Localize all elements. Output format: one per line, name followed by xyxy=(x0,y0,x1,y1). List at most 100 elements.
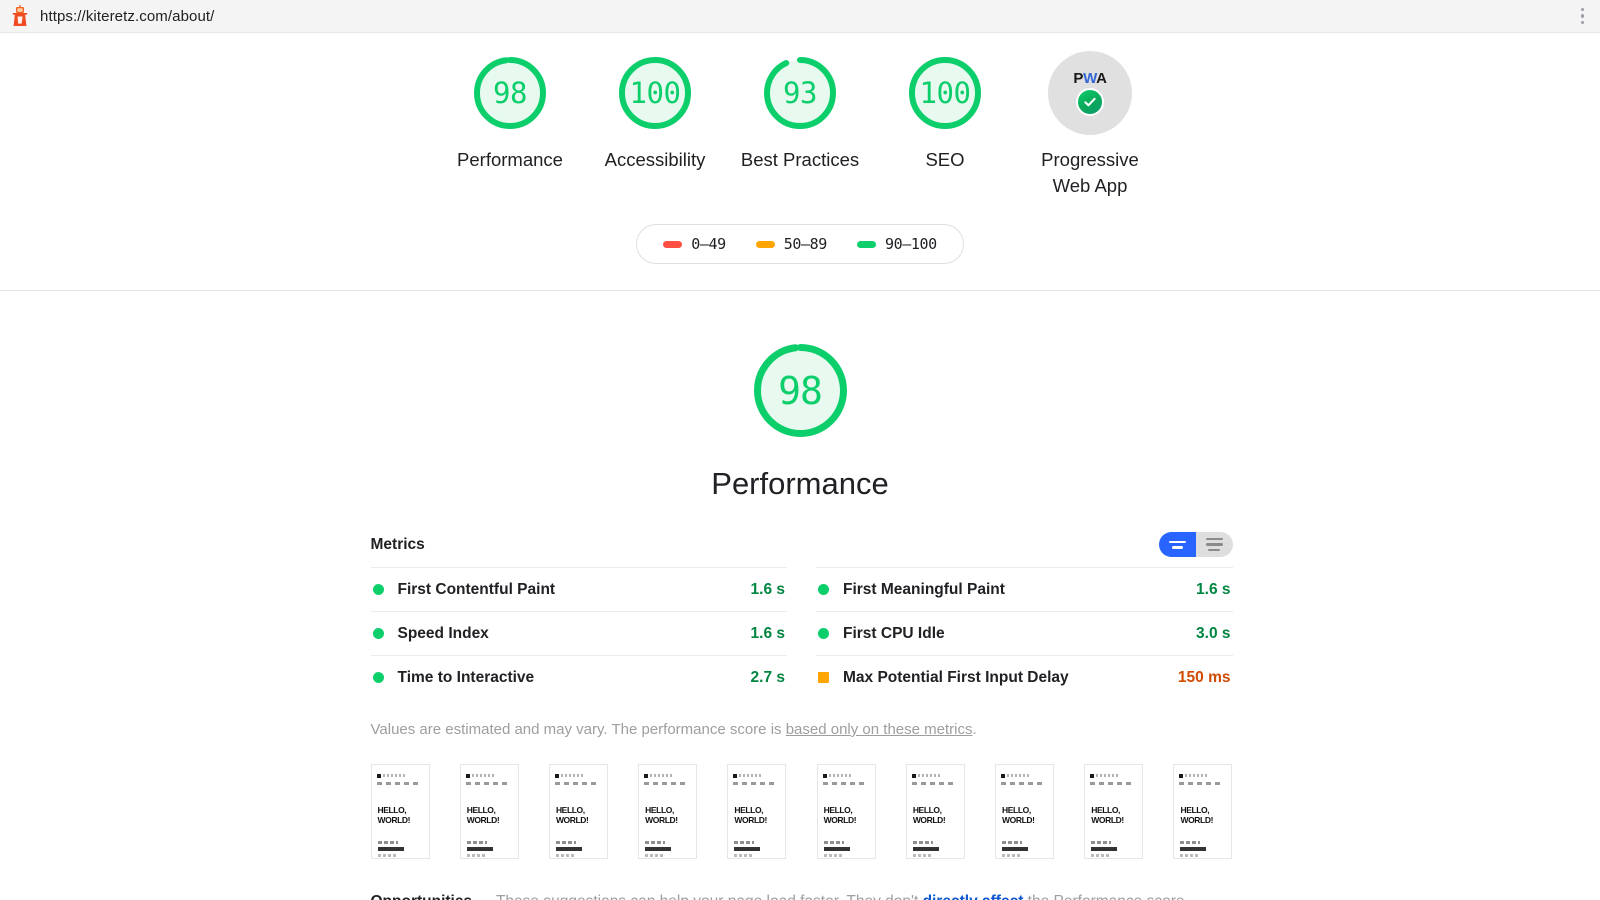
frame-footer-line xyxy=(377,841,398,845)
frame-footer-line xyxy=(823,854,842,857)
check-icon xyxy=(1076,87,1104,116)
frame-footer-line xyxy=(1002,847,1029,852)
filmstrip-frame[interactable]: HELLO, WORLD! xyxy=(995,764,1055,860)
metric-row[interactable]: First Contentful Paint 1.6 s xyxy=(370,567,787,611)
performance-score-value: 98 xyxy=(778,368,823,413)
gauge-accessibility[interactable]: 100 Accessibility xyxy=(583,51,728,173)
frame-nav xyxy=(911,782,954,786)
filmstrip-frame[interactable]: HELLO, WORLD! xyxy=(905,764,965,860)
filmstrip-frame[interactable]: HELLO, WORLD! xyxy=(638,764,698,860)
metric-row[interactable]: Speed Index 1.6 s xyxy=(370,611,787,655)
category-score-block: 98 Performance xyxy=(0,337,1600,502)
gauge-label: Accessibility xyxy=(604,149,706,170)
metric-name: Max Potential First Input Delay xyxy=(843,668,1069,686)
metric-status-icon xyxy=(372,584,384,596)
toggle-bar xyxy=(1205,543,1223,546)
metric-row[interactable]: Max Potential First Input Delay 150 ms xyxy=(816,655,1233,699)
frame-logo-icon xyxy=(465,774,470,779)
legend-item-fail: 0–49 xyxy=(663,235,726,253)
metric-name: Speed Index xyxy=(397,624,489,642)
gauge-pwa[interactable]: PWA Progressive Web App xyxy=(1018,51,1163,198)
filmstrip-frame[interactable]: HELLO, WORLD! xyxy=(370,764,430,860)
metric-name: First Meaningful Paint xyxy=(843,580,1005,598)
gauge-label: Performance xyxy=(457,149,563,170)
gauge-ring-accessibility: 100 xyxy=(613,51,697,135)
toggle-bar xyxy=(1208,548,1220,552)
gauge-label: Progressive Web App xyxy=(1041,149,1139,196)
frame-footer-line xyxy=(1002,841,1023,845)
metrics-disclaimer-text: Values are estimated and may vary. The p… xyxy=(370,721,786,739)
filmstrip-frame[interactable]: HELLO, WORLD! xyxy=(548,764,608,860)
legend-label-average: 50–89 xyxy=(783,235,828,254)
metric-row[interactable]: Time to Interactive 2.7 s xyxy=(370,655,787,699)
frame-headline: HELLO, WORLD! xyxy=(645,805,678,825)
legend-item-average: 50–89 xyxy=(755,235,828,254)
filmstrip-frame[interactable]: HELLO, WORLD! xyxy=(727,764,787,860)
pwa-letter-a: A xyxy=(1096,69,1107,87)
metrics-scoring-link[interactable]: based only on these metrics xyxy=(786,721,973,738)
frame-footer-line xyxy=(466,841,487,845)
kebab-dot xyxy=(1580,14,1584,18)
frame-brand-text xyxy=(1007,774,1030,778)
url-text[interactable]: https://kiteretz.com/about/ xyxy=(40,8,214,25)
frame-footer-line xyxy=(645,854,664,857)
opportunities-description: Opportunities — These suggestions can he… xyxy=(371,891,1233,900)
frame-headline: HELLO, WORLD! xyxy=(377,805,411,825)
frame-nav xyxy=(376,782,419,786)
toggle-bar xyxy=(1168,540,1186,544)
frame-footer-line xyxy=(912,841,933,845)
metric-row[interactable]: First Meaningful Paint 1.6 s xyxy=(816,567,1233,611)
toggle-expanded-view[interactable] xyxy=(1195,532,1233,558)
gauge-seo[interactable]: 100 SEO xyxy=(873,51,1018,173)
score-header: 98 Performance 100 Accessibility 93 Best… xyxy=(0,33,1600,292)
filmstrip-frame[interactable]: HELLO, WORLD! xyxy=(1084,764,1144,860)
performance-title: Performance xyxy=(711,466,889,502)
opportunities-dash: — xyxy=(472,893,496,900)
metrics-view-toggle[interactable] xyxy=(1158,532,1233,558)
frame-logo-icon xyxy=(376,774,381,779)
frame-footer-line xyxy=(912,847,939,852)
metrics-column-right: First Meaningful Paint 1.6 s First CPU I… xyxy=(816,567,1233,699)
frame-footer-line xyxy=(555,841,576,845)
legend-swatch-average xyxy=(755,240,775,248)
frame-headline: HELLO, WORLD! xyxy=(823,805,857,825)
legend-label-pass: 90–100 xyxy=(884,235,937,254)
frame-logo-icon xyxy=(911,774,916,779)
frame-footer-line xyxy=(1180,847,1207,852)
frame-footer-line xyxy=(377,854,396,857)
gauge-performance[interactable]: 98 Performance xyxy=(438,51,583,173)
frame-footer-line xyxy=(377,847,404,852)
filmstrip-frame[interactable]: HELLO, WORLD! xyxy=(459,764,519,860)
frame-brand-text xyxy=(1096,774,1119,778)
gauge-best-practices[interactable]: 93 Best Practices xyxy=(728,51,873,173)
category-gauges: 98 Performance 100 Accessibility 93 Best… xyxy=(0,51,1600,198)
filmstrip-frame[interactable]: HELLO, WORLD! xyxy=(816,764,876,860)
opportunities-text-before: These suggestions can help your page loa… xyxy=(496,893,923,900)
frame-headline: HELLO, WORLD! xyxy=(1002,805,1035,825)
frame-brand-text xyxy=(650,774,673,778)
toggle-bar xyxy=(1205,537,1223,541)
kebab-menu-icon[interactable] xyxy=(1579,4,1587,29)
pwa-letter-w: W xyxy=(1083,69,1097,87)
frame-logo-icon xyxy=(644,774,649,779)
frame-headline: HELLO, WORLD! xyxy=(912,805,946,825)
metric-name: First Contentful Paint xyxy=(397,580,556,598)
frame-footer-line xyxy=(1002,854,1021,857)
frame-brand-text xyxy=(739,774,762,778)
frame-headline: HELLO, WORLD! xyxy=(1180,805,1214,825)
metric-value: 2.7 s xyxy=(750,668,785,686)
metric-value: 1.6 s xyxy=(1196,580,1231,598)
frame-nav xyxy=(733,782,776,786)
frame-footer-line xyxy=(823,847,850,852)
filmstrip-frame[interactable]: HELLO, WORLD! xyxy=(1173,764,1233,860)
toggle-simple-view[interactable] xyxy=(1158,532,1196,558)
opportunities-link[interactable]: directly affect xyxy=(923,893,1024,900)
frame-logo-icon xyxy=(1090,774,1095,779)
metric-value: 1.6 s xyxy=(750,624,785,642)
metric-row[interactable]: First CPU Idle 3.0 s xyxy=(816,611,1233,655)
frame-logo-icon xyxy=(1179,774,1184,779)
metric-value: 1.6 s xyxy=(750,580,785,598)
frame-logo-icon xyxy=(1001,774,1006,779)
frame-footer-line xyxy=(734,847,761,852)
frame-footer-line xyxy=(466,854,485,857)
